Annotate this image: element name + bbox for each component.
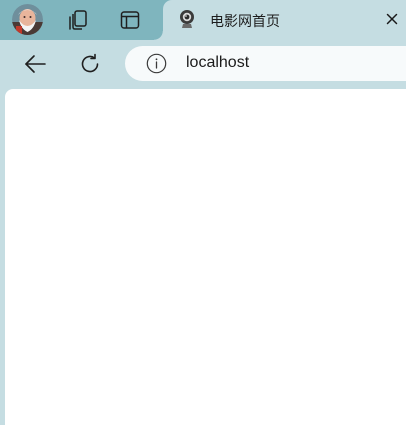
close-icon xyxy=(386,13,398,25)
webcam-favicon-icon xyxy=(177,9,197,29)
workspaces-icon xyxy=(69,10,87,30)
workspaces-button[interactable] xyxy=(66,8,90,32)
tab-title: 电影网首页 xyxy=(210,13,280,29)
profile-avatar[interactable] xyxy=(12,4,43,35)
page-viewport xyxy=(5,89,406,425)
refresh-icon xyxy=(81,53,99,73)
tab-actions-button[interactable] xyxy=(118,8,142,32)
browser-window: 电影网首页 localhost xyxy=(0,0,406,425)
navigation-toolbar: localhost xyxy=(0,40,406,88)
active-tab[interactable]: 电影网首页 xyxy=(154,0,406,40)
tab-actions-icon xyxy=(120,11,140,29)
tab-strip: 电影网首页 xyxy=(0,0,406,40)
tab-close-button[interactable] xyxy=(384,11,400,27)
info-icon[interactable] xyxy=(146,53,167,74)
refresh-button[interactable] xyxy=(78,52,102,76)
url-text[interactable]: localhost xyxy=(186,54,249,72)
back-arrow-icon xyxy=(25,55,46,73)
avatar xyxy=(12,4,43,35)
back-button[interactable] xyxy=(23,52,47,76)
address-bar[interactable]: localhost xyxy=(125,46,406,81)
